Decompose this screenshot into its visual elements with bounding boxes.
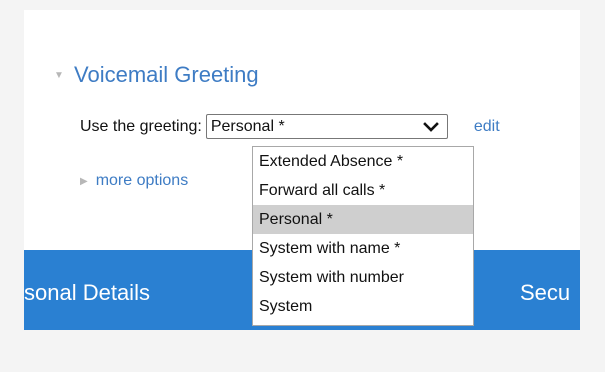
- collapse-triangle-icon[interactable]: ▼: [54, 70, 66, 81]
- selected-greeting-value: Personal *: [210, 117, 285, 135]
- option-system-with-name[interactable]: System with name *: [253, 234, 473, 263]
- option-personal[interactable]: Personal *: [253, 205, 473, 234]
- chevron-down-icon[interactable]: [423, 121, 439, 133]
- section-title[interactable]: Voicemail Greeting: [74, 62, 259, 88]
- more-options-toggle[interactable]: ▶ more options: [80, 172, 188, 190]
- option-system[interactable]: System: [253, 292, 473, 321]
- edit-link[interactable]: edit: [474, 118, 500, 136]
- option-extended-absence[interactable]: Extended Absence *: [253, 147, 473, 176]
- more-options-label[interactable]: more options: [96, 172, 189, 190]
- voicemail-greeting-header[interactable]: ▼ Voicemail Greeting: [54, 62, 259, 88]
- page: ▼ Voicemail Greeting Use the greeting: P…: [0, 0, 605, 372]
- greeting-options-dropdown[interactable]: Extended Absence * Forward all calls * P…: [252, 146, 474, 326]
- greeting-select[interactable]: Personal *: [205, 114, 448, 139]
- option-system-with-number[interactable]: System with number: [253, 263, 473, 292]
- greeting-row: Use the greeting: Personal * edit: [80, 114, 500, 139]
- option-forward-all-calls[interactable]: Forward all calls *: [253, 176, 473, 205]
- expand-triangle-icon[interactable]: ▶: [80, 176, 88, 187]
- tab-security[interactable]: Secu: [520, 280, 570, 306]
- greeting-label: Use the greeting:: [80, 117, 202, 135]
- tab-personal-details[interactable]: sonal Details: [24, 280, 150, 306]
